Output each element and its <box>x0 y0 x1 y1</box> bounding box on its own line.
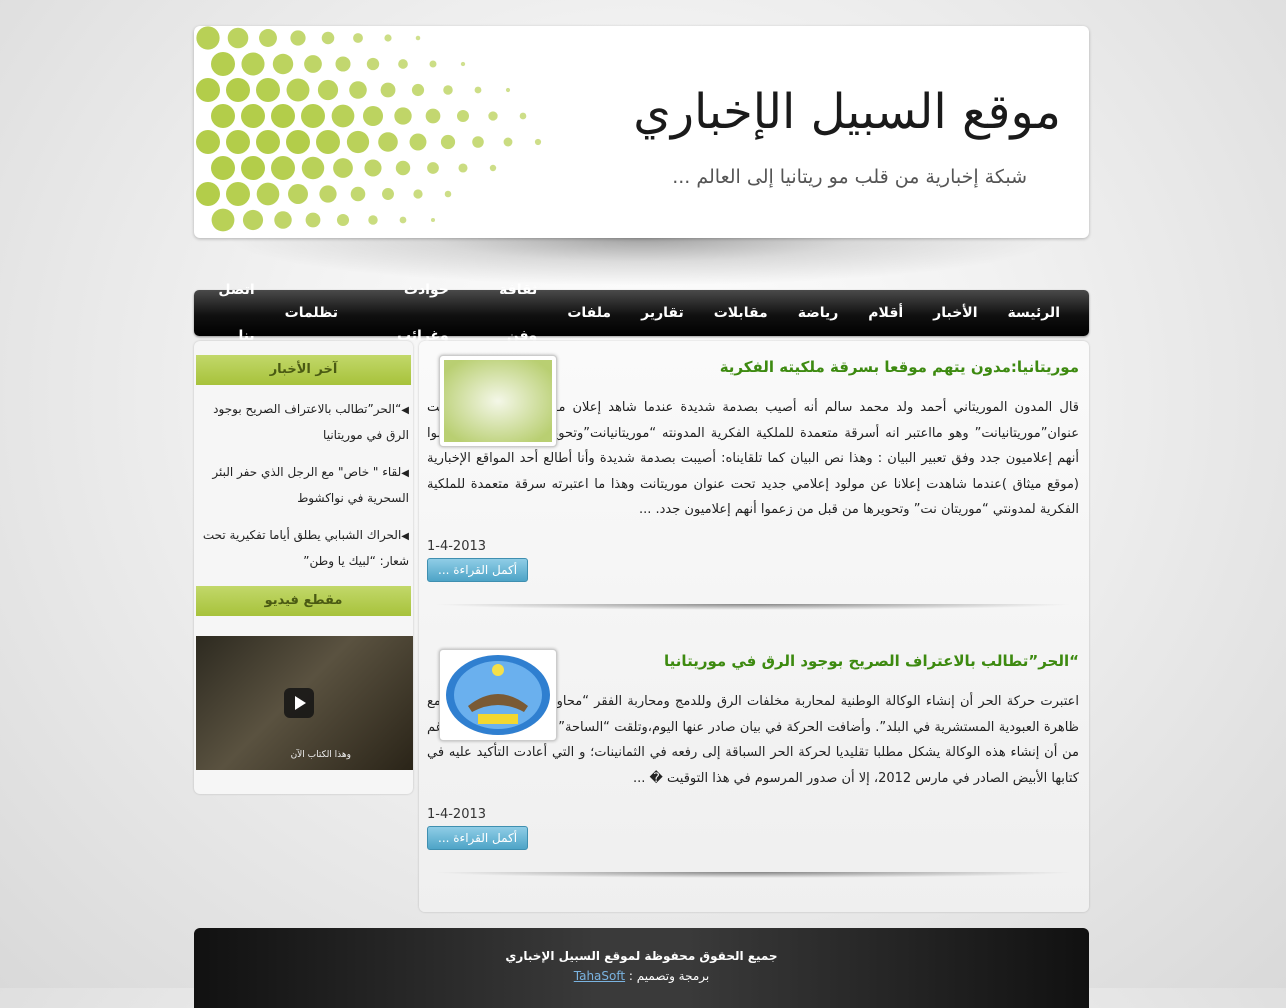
page-wrapper: موقع السبيل الإخباري شبكة إخبارية من قلب… <box>194 26 1089 1008</box>
article-separator <box>431 872 1075 879</box>
video-block: مقطع فيديو وهذا الكتاب الآن <box>194 586 413 770</box>
site-header: موقع السبيل الإخباري شبكة إخبارية من قلب… <box>194 26 1089 238</box>
content-area: موريتانيا:مدون يتهم موقعا بسرقة ملكيته ا… <box>194 341 1089 912</box>
header-shadow <box>224 238 1059 286</box>
latest-news-item[interactable]: ◀الحراك الشبابي يطلق أياما تفكيرية تحت ش… <box>198 523 409 574</box>
video-caption: وهذا الكتاب الآن <box>290 750 351 760</box>
sidebar: آخر الأخبار ◀“الحر”تطالب بالاعتراف الصري… <box>194 341 413 794</box>
latest-news-item[interactable]: ◀لقاء " خاص" مع الرجل الذي حفر البئر الس… <box>198 460 409 511</box>
article-thumbnail[interactable] <box>439 649 557 741</box>
site-footer: جميع الحقوق محفوظة لموقع السبيل الإخباري… <box>194 928 1089 1008</box>
nav-item-interviews[interactable]: مقابلات <box>699 290 783 336</box>
article-item: “الحر”تطالب بالاعتراف الصريح بوجود الرق … <box>427 635 1079 895</box>
video-section-title: مقطع فيديو <box>196 586 411 616</box>
footer-credit: برمجة وتصميم : TahaSoft <box>194 966 1089 986</box>
nav-item-complaints[interactable]: تظلمات <box>270 290 353 336</box>
nav-item-news[interactable]: الأخبار <box>918 290 992 336</box>
nav-item-opinions[interactable]: أقلام <box>853 290 918 336</box>
article-thumbnail[interactable] <box>439 355 557 447</box>
latest-news-title: آخر الأخبار <box>196 355 411 385</box>
nav-item-sports[interactable]: رياضة <box>783 290 854 336</box>
nav-item-reports[interactable]: تقارير <box>626 290 699 336</box>
footer-credit-label: برمجة وتصميم : <box>628 969 710 983</box>
triangle-left-icon: ◀ <box>401 531 409 542</box>
article-date: 1-4-2013 <box>427 807 487 823</box>
article-date: 1-4-2013 <box>427 538 487 554</box>
latest-news-list: ◀“الحر”تطالب بالاعتراف الصريح بوجود الرق… <box>194 385 413 574</box>
main-column: موريتانيا:مدون يتهم موقعا بسرقة ملكيته ا… <box>419 341 1089 912</box>
play-icon[interactable] <box>284 688 314 718</box>
triangle-left-icon: ◀ <box>401 405 409 416</box>
site-slogan: شبكة إخبارية من قلب مو ريتانيا إلى العال… <box>672 166 1027 188</box>
site-title[interactable]: موقع السبيل الإخباري <box>633 84 1061 140</box>
hor-movement-logo-image <box>444 654 552 736</box>
video-player[interactable]: وهذا الكتاب الآن <box>196 636 413 770</box>
article-item: موريتانيا:مدون يتهم موقعا بسرقة ملكيته ا… <box>427 341 1079 635</box>
decorative-dots-pattern <box>196 26 542 232</box>
tahasoft-link[interactable]: TahaSoft <box>574 969 625 983</box>
sabil-logo-image <box>444 360 552 442</box>
read-more-button[interactable]: أكمل القراءة ... <box>427 826 529 851</box>
read-more-button[interactable]: أكمل القراءة ... <box>427 557 529 582</box>
footer-copyright: جميع الحقوق محفوظة لموقع السبيل الإخباري <box>505 949 778 963</box>
triangle-left-icon: ◀ <box>401 468 409 479</box>
article-separator <box>431 603 1075 610</box>
latest-news-item[interactable]: ◀“الحر”تطالب بالاعتراف الصريح بوجود الرق… <box>198 397 409 448</box>
nav-item-home[interactable]: الرئيسة <box>993 290 1075 336</box>
nav-item-files[interactable]: ملفات <box>552 290 626 336</box>
main-navigation: الرئيسة الأخبار أقلام رياضة مقابلات تقار… <box>194 282 1089 344</box>
